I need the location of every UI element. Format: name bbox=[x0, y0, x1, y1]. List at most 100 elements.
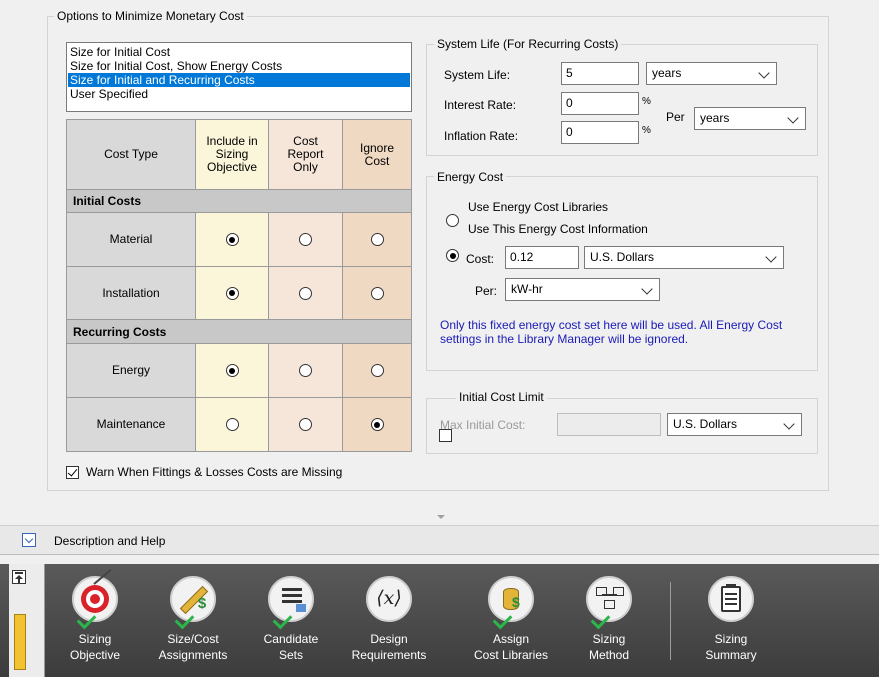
interest-percent-symbol: % bbox=[642, 96, 651, 107]
radio-material-include[interactable] bbox=[225, 233, 239, 246]
tool-label-line1: Sizing bbox=[78, 632, 112, 646]
tool-label-line1: Sizing bbox=[592, 632, 626, 646]
row-label-material: Material bbox=[67, 213, 196, 267]
radio-energy-include[interactable] bbox=[225, 364, 239, 377]
objective-listbox[interactable]: Size for Initial Cost Size for Initial C… bbox=[66, 42, 412, 112]
tool-label-line1: Sizing bbox=[714, 632, 748, 646]
section-recurring-costs: Recurring Costs bbox=[67, 320, 411, 344]
main-panel: Options to Minimize Monetary Cost Size f… bbox=[0, 0, 879, 518]
splitter-handle[interactable] bbox=[0, 510, 879, 524]
cell-include bbox=[196, 267, 269, 320]
header-report: Cost Report Only bbox=[269, 120, 343, 190]
per-energy-unit-value: kW-hr bbox=[511, 282, 543, 296]
list-item[interactable]: User Specified bbox=[68, 87, 410, 101]
row-label-installation: Installation bbox=[67, 267, 196, 320]
toolbar-divider bbox=[670, 582, 671, 660]
chevron-down-icon bbox=[765, 251, 777, 263]
cell-ignore bbox=[343, 213, 411, 267]
cell-report bbox=[269, 344, 343, 398]
cost-input[interactable]: 0.12 bbox=[505, 246, 579, 269]
size-cost-assignments-button[interactable]: $ Size/Cost Assignments bbox=[143, 564, 243, 677]
inflation-rate-input[interactable]: 0 bbox=[561, 121, 639, 144]
sizing-method-button[interactable]: Sizing Method bbox=[559, 564, 659, 677]
list-item-selected[interactable]: Size for Initial and Recurring Costs bbox=[68, 73, 410, 87]
tool-label-line1: Candidate bbox=[263, 632, 319, 646]
assign-cost-libraries-button[interactable]: $ Assign Cost Libraries bbox=[461, 564, 561, 677]
chevron-down-icon bbox=[641, 283, 653, 295]
warn-missing-costs-checkbox[interactable] bbox=[66, 466, 79, 479]
per-unit-value: years bbox=[700, 111, 730, 125]
tool-label-line1: Size/Cost bbox=[167, 632, 219, 646]
sizing-objective-button[interactable]: Sizing Objective bbox=[45, 564, 145, 677]
pin-toolbar-icon[interactable] bbox=[12, 570, 26, 584]
inflation-rate-label: Inflation Rate: bbox=[444, 129, 519, 143]
sizing-summary-button[interactable]: Sizing Summary bbox=[681, 564, 781, 677]
max-initial-cost-currency-select[interactable]: U.S. Dollars bbox=[667, 413, 802, 436]
cell-include bbox=[196, 398, 269, 451]
expand-help-icon[interactable] bbox=[22, 533, 36, 547]
splitter-arrow-icon bbox=[437, 515, 445, 519]
design-requirements-button[interactable]: ⟨x⟩ Design Requirements bbox=[339, 564, 439, 677]
system-life-unit-value: years bbox=[652, 66, 682, 80]
tool-label-line2: Cost Libraries bbox=[473, 648, 549, 662]
radio-maintenance-include[interactable] bbox=[225, 418, 239, 431]
max-initial-cost-input[interactable] bbox=[557, 413, 661, 436]
tool-label-line2: Method bbox=[588, 648, 630, 662]
tool-label-line2: Summary bbox=[705, 648, 757, 662]
description-help-bar[interactable]: Description and Help bbox=[0, 525, 879, 555]
per-energy-unit-select[interactable]: kW-hr bbox=[505, 278, 660, 301]
cell-report bbox=[269, 213, 343, 267]
cell-ignore bbox=[343, 344, 411, 398]
use-energy-libraries-radio[interactable] bbox=[446, 214, 459, 227]
per-energy-label: Per: bbox=[475, 284, 498, 298]
sizing-toolbar: Sizing Objective $ Size/Cost Assignments C… bbox=[0, 564, 879, 677]
radio-energy-ignore[interactable] bbox=[370, 364, 384, 377]
tool-label-line2: Requirements bbox=[351, 648, 427, 662]
candidate-sets-button[interactable]: Candidate Sets bbox=[241, 564, 341, 677]
use-energy-libraries-label: Use Energy Cost Libraries bbox=[468, 200, 609, 214]
row-label-maintenance: Maintenance bbox=[67, 398, 196, 451]
system-life-label: System Life: bbox=[444, 68, 511, 82]
radio-maintenance-ignore[interactable] bbox=[370, 418, 384, 431]
header-ignore: Ignore Cost bbox=[343, 120, 411, 190]
radio-installation-ignore[interactable] bbox=[370, 286, 384, 300]
cell-report bbox=[269, 267, 343, 320]
list-item[interactable]: Size for Initial Cost, Show Energy Costs bbox=[68, 59, 410, 73]
list-item[interactable]: Size for Initial Cost bbox=[68, 45, 410, 59]
max-initial-cost-currency-value: U.S. Dollars bbox=[673, 417, 738, 431]
variable-x-icon: ⟨x⟩ bbox=[366, 576, 412, 622]
warn-missing-costs-label: Warn When Fittings & Losses Costs are Mi… bbox=[86, 465, 343, 479]
radio-material-report[interactable] bbox=[299, 233, 312, 246]
cost-currency-value: U.S. Dollars bbox=[590, 250, 655, 264]
header-include: Include in Sizing Objective bbox=[196, 120, 269, 190]
cell-report bbox=[269, 398, 343, 451]
ruler-tab-icon[interactable] bbox=[14, 614, 26, 670]
radio-material-ignore[interactable] bbox=[370, 233, 384, 246]
tool-label-line2: Assignments bbox=[158, 648, 228, 662]
radio-maintenance-report[interactable] bbox=[299, 418, 312, 431]
interest-rate-input[interactable]: 0 bbox=[561, 92, 639, 115]
toolbar-side-strip bbox=[9, 564, 45, 677]
chevron-down-icon bbox=[758, 67, 770, 79]
radio-installation-report[interactable] bbox=[299, 286, 312, 300]
use-this-energy-cost-radio[interactable] bbox=[446, 249, 459, 262]
cost-type-table: Cost Type Include in Sizing Objective Co… bbox=[66, 119, 412, 452]
cell-include bbox=[196, 344, 269, 398]
tool-label-line1: Assign bbox=[492, 632, 530, 646]
interest-rate-label: Interest Rate: bbox=[444, 98, 517, 112]
cell-include bbox=[196, 213, 269, 267]
tool-label-line1: Design bbox=[370, 632, 408, 646]
energy-cost-info-text: Only this fixed energy cost set here wil… bbox=[440, 318, 783, 346]
per-unit-select[interactable]: years bbox=[694, 107, 806, 130]
cell-ignore bbox=[343, 267, 411, 320]
cost-currency-select[interactable]: U.S. Dollars bbox=[584, 246, 784, 269]
system-life-unit-select[interactable]: years bbox=[646, 62, 777, 85]
tool-label-line2: Sets bbox=[278, 648, 303, 662]
clipboard-icon bbox=[708, 576, 754, 622]
radio-energy-report[interactable] bbox=[299, 364, 312, 377]
radio-installation-include[interactable] bbox=[225, 286, 239, 300]
cell-ignore bbox=[343, 398, 411, 451]
use-this-energy-cost-label: Use This Energy Cost Information bbox=[468, 222, 648, 236]
system-life-input[interactable]: 5 bbox=[561, 62, 639, 85]
section-initial-costs: Initial Costs bbox=[67, 190, 411, 213]
